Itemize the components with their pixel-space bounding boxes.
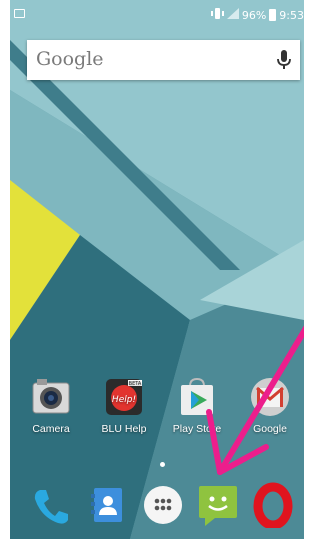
camera-icon	[31, 377, 71, 417]
status-bar: 96% 9:53	[10, 0, 304, 30]
app-blu-help[interactable]: Help! BETA BLU Help	[93, 377, 155, 435]
dock-opera[interactable]	[250, 482, 296, 530]
wallpaper	[10, 0, 304, 539]
vibrate-icon	[210, 8, 224, 22]
home-screen: 96% 9:53 Google Camera Help! BETA BLU Hel…	[10, 0, 304, 539]
app-drawer-icon	[144, 486, 182, 524]
google-logo: Google	[36, 48, 104, 70]
blu-help-text: Help!	[112, 395, 136, 405]
google-search-bar[interactable]: Google	[27, 40, 300, 80]
dock-messaging[interactable]	[195, 482, 241, 528]
app-label: BLU Help	[101, 423, 147, 435]
app-google[interactable]: Google	[239, 377, 301, 435]
dock-phone[interactable]	[28, 482, 74, 528]
dock-app-drawer[interactable]	[140, 482, 186, 528]
battery-percent: 96%	[241, 8, 267, 22]
mic-icon[interactable]	[277, 50, 291, 74]
phone-icon	[34, 490, 68, 524]
app-label: Google	[253, 423, 287, 435]
app-play-store[interactable]: Play Store	[166, 377, 228, 435]
contacts-icon	[91, 488, 122, 522]
messaging-icon	[199, 486, 237, 526]
beta-badge: BETA	[129, 381, 142, 387]
battery-icon	[269, 9, 277, 21]
gmail-icon	[250, 377, 290, 417]
page-indicator	[160, 462, 165, 467]
app-label: Camera	[32, 423, 70, 435]
app-label: Play Store	[172, 423, 222, 435]
blu-help-icon: Help! BETA	[104, 377, 144, 417]
signal-icon	[226, 8, 239, 22]
status-time: 9:53	[279, 8, 304, 22]
screenshot-icon	[14, 9, 25, 18]
app-camera[interactable]: Camera	[20, 377, 82, 435]
opera-icon	[253, 482, 293, 530]
dock-contacts[interactable]	[85, 482, 131, 528]
play-store-icon	[177, 377, 217, 417]
